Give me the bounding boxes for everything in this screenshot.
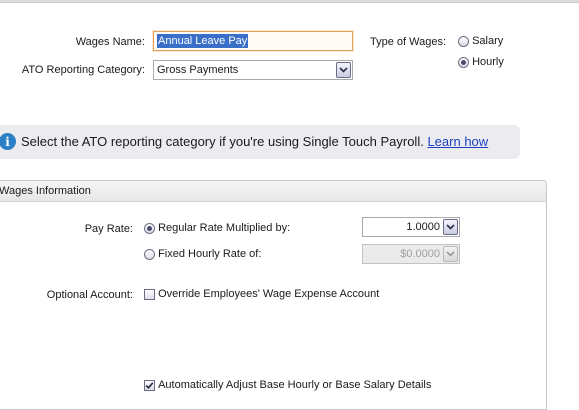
learn-how-link[interactable]: Learn how (427, 134, 488, 149)
regular-rate-label: Regular Rate Multiplied by: (158, 222, 291, 235)
wages-information-header: Wages Information (0, 181, 546, 202)
ato-category-select[interactable]: Gross Payments (153, 60, 353, 80)
ato-category-label: ATO Reporting Category: (21, 64, 145, 76)
regular-rate-option[interactable]: Regular Rate Multiplied by: (144, 222, 290, 234)
chevron-down-icon (443, 246, 458, 262)
fixed-rate-label: Fixed Hourly Rate of: (158, 248, 262, 261)
auto-adjust-label: Automatically Adjust Base Hourly or Base… (158, 379, 432, 392)
wages-name-input[interactable]: Annual Leave Pay (153, 31, 353, 51)
chevron-down-icon[interactable] (443, 219, 458, 235)
fixed-rate-option[interactable]: Fixed Hourly Rate of: (144, 248, 261, 260)
auto-adjust-option[interactable]: Automatically Adjust Base Hourly or Base… (144, 379, 431, 391)
fixed-rate-radio[interactable] (144, 248, 155, 260)
pay-rate-label: Pay Rate: (84, 223, 133, 235)
regular-rate-value: 1.0000 (406, 221, 440, 233)
fixed-rate-input: $0.0000 (362, 244, 460, 264)
salary-radio-button[interactable] (458, 35, 469, 47)
wages-name-value: Annual Leave Pay (157, 34, 249, 48)
optional-account-label: Optional Account: (46, 289, 133, 301)
info-banner: i Select the ATO reporting category if y… (0, 125, 520, 159)
override-wage-expense-checkbox[interactable] (144, 288, 155, 300)
regular-rate-input[interactable]: 1.0000 (362, 217, 460, 237)
salary-radio[interactable]: Salary (458, 35, 503, 47)
hourly-radio-label: Hourly (472, 56, 504, 69)
type-of-wages-label: Type of Wages: (370, 36, 447, 48)
override-wage-expense-label: Override Employees' Wage Expense Account (158, 288, 380, 301)
wages-name-label: Wages Name: (75, 36, 145, 48)
regular-rate-radio[interactable] (144, 222, 155, 234)
info-banner-text: Select the ATO reporting category if you… (21, 134, 424, 149)
salary-radio-label: Salary (472, 35, 504, 48)
hourly-radio[interactable]: Hourly (458, 56, 504, 68)
fixed-rate-value: $0.0000 (400, 248, 440, 260)
auto-adjust-checkbox[interactable] (144, 379, 155, 391)
top-edge (0, 0, 579, 3)
checkmark-icon (145, 381, 154, 389)
ato-category-value: Gross Payments (157, 64, 239, 76)
chevron-down-icon[interactable] (336, 62, 351, 78)
override-wage-expense-option[interactable]: Override Employees' Wage Expense Account (144, 288, 379, 300)
hourly-radio-button[interactable] (458, 56, 469, 68)
info-icon: i (0, 133, 16, 150)
info-banner-message: Select the ATO reporting category if you… (21, 134, 488, 149)
wages-information-panel: Wages Information Pay Rate: Regular Rate… (0, 180, 547, 410)
wages-information-title: Wages Information (0, 185, 91, 197)
